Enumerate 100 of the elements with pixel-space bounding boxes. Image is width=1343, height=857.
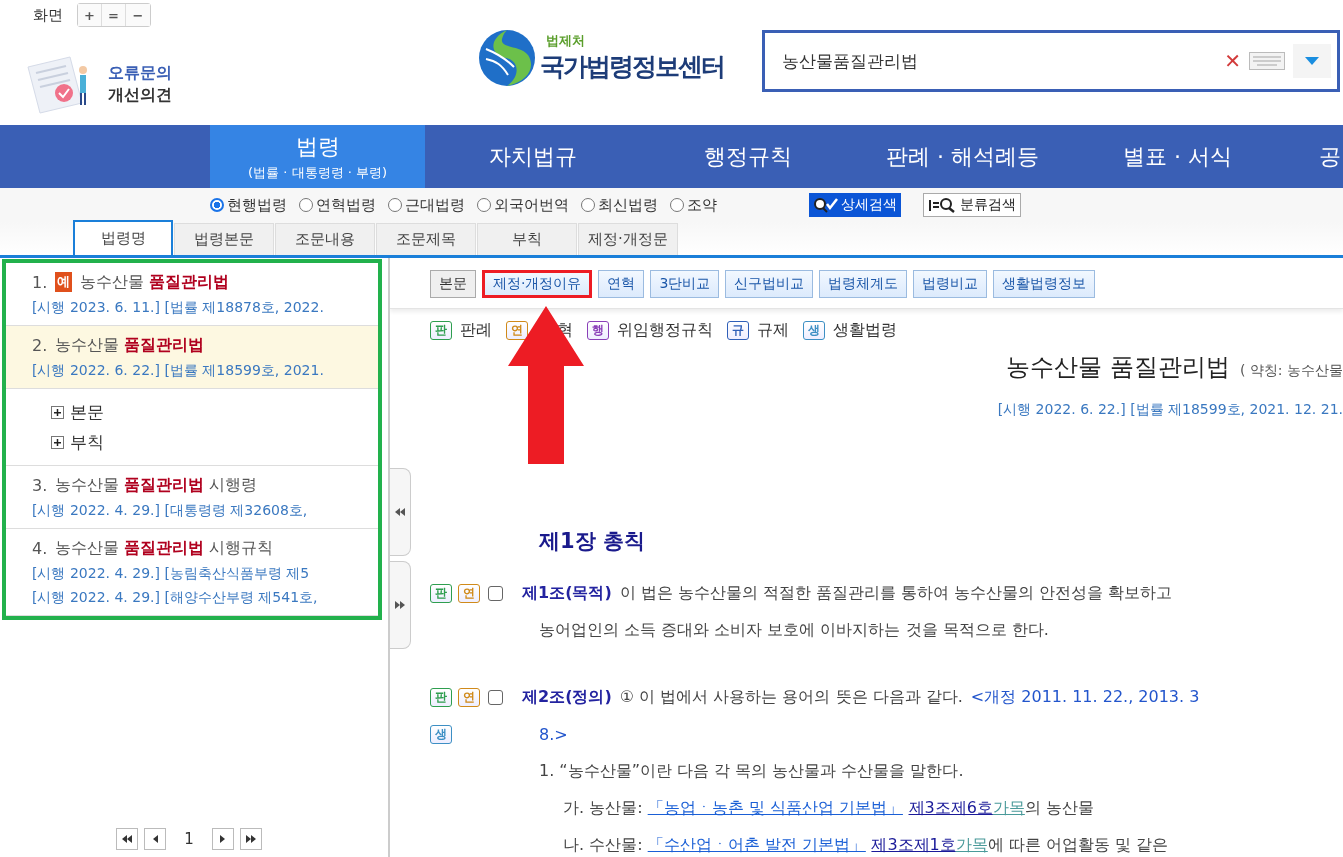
search-field[interactable]: 농산물품질관리법 ✕	[762, 30, 1340, 92]
law-abbreviation: ( 약칭: 농수산물	[1239, 362, 1343, 380]
legend-label: 판례	[460, 319, 492, 341]
article-text: ① 이 법에서 사용하는 용어의 뜻은 다음과 같다.	[619, 687, 963, 708]
scope-radio[interactable]: 근대법령	[388, 195, 465, 215]
law-info: [시행 2023. 6. 11.] [법률 제18878호, 2022.	[32, 298, 325, 317]
expand-icon[interactable]	[51, 435, 64, 449]
result-item[interactable]: 4. 농수산물 품질관리법 시행규칙 [시행 2022. 4. 29.] [농림축산식품부령 제5 [시행 2022. 4. 29.] [해양수산부령 제541호,	[6, 529, 378, 616]
law-info: [시행 2022. 4. 29.] [농림축산식품부령 제5	[32, 564, 311, 583]
scope-radio[interactable]: 최신법령	[581, 195, 658, 215]
law-name[interactable]: 농수산물 품질관리법	[55, 334, 205, 356]
search-tab[interactable]: 제정·개정문	[578, 223, 678, 255]
nav-tab[interactable]: 판례 · 해석례등	[855, 125, 1070, 188]
caret-icon[interactable]	[1305, 57, 1319, 65]
law-view-button[interactable]: 3단비교	[650, 270, 720, 298]
law-info: [시행 2022. 6. 22.] [법률 제18599호, 2021.	[32, 361, 325, 380]
dropdown-button[interactable]	[1293, 44, 1331, 78]
last-page-icon[interactable]	[239, 828, 262, 850]
legend-label: 위임행정규칙	[617, 319, 713, 341]
radio-icon[interactable]	[210, 198, 224, 212]
search-tab[interactable]: 법령본문	[174, 223, 274, 255]
search-tab[interactable]: 법령명	[73, 220, 173, 255]
legend-label: 생활법령	[833, 319, 897, 341]
law-info: [시행 2022. 6. 22.] [법률 제18599호, 2021. 12. 21.	[997, 401, 1343, 419]
example-badge: 예	[55, 272, 73, 292]
page-number[interactable]: 1	[184, 830, 194, 848]
amendment-note[interactable]: <개정 2011. 11. 22., 2013. 3	[970, 687, 1200, 708]
law-view-button[interactable]: 제정·개정이유	[482, 270, 593, 298]
collapse-handle[interactable]	[390, 468, 411, 556]
expand-icon[interactable]	[51, 405, 64, 419]
article-text: 이 법은 농수산물의 적절한 품질관리를 통하여 농수산물의 안전성을 확보하고	[619, 583, 1173, 604]
previous-page-icon[interactable]	[144, 828, 167, 850]
tree-item[interactable]: 본문	[70, 400, 104, 424]
result-item[interactable]: 2. 농수산물 품질관리법 [시행 2022. 6. 22.] [법률 제18599호, 2021.	[6, 326, 378, 389]
scope-radio[interactable]: 조약	[670, 195, 717, 215]
law-link[interactable]: 「농업ㆍ농촌 및 식품산업 기본법」	[647, 798, 903, 817]
radio-icon[interactable]	[477, 198, 491, 212]
legend-label: 규제	[757, 319, 789, 341]
radio-icon[interactable]	[388, 198, 402, 212]
law-title: 농수산물 품질관리법	[1006, 352, 1230, 383]
article-link[interactable]: 제3조제6호	[908, 798, 993, 817]
nav-tab[interactable]: 법령 (법률 · 대통령령 · 부령)	[210, 125, 425, 188]
article-heading[interactable]: 제1조(목적)	[522, 583, 612, 604]
result-item[interactable]: 3. 농수산물 품질관리법 시행령 [시행 2022. 4. 29.] [대통령령 제32608호,	[6, 466, 378, 529]
radio-icon[interactable]	[670, 198, 684, 212]
result-number: 3.	[32, 475, 48, 495]
legend-badge: 생	[803, 320, 825, 340]
search-tab[interactable]: 조문제목	[376, 223, 476, 255]
tree-item[interactable]: 부칙	[70, 430, 104, 454]
law-name[interactable]: 농수산물 품질관리법 시행규칙	[55, 537, 274, 559]
article-item: 1. “농수산물”이란 다음 각 목의 농산물과 수산물을 말한다.	[539, 761, 964, 782]
search-tab[interactable]: 부칙	[477, 223, 577, 255]
law-info: [시행 2022. 4. 29.] [대통령령 제32608호,	[32, 501, 309, 520]
legend-badge: 행	[587, 320, 609, 340]
law-info: [시행 2022. 4. 29.] [해양수산부령 제541호,	[32, 588, 319, 607]
law-name[interactable]: 농수산물 품질관리법 시행령	[55, 474, 258, 496]
radio-icon[interactable]	[581, 198, 595, 212]
zoom-button[interactable]: =	[102, 4, 126, 26]
law-view-button[interactable]: 본문	[430, 270, 476, 298]
law-view-button[interactable]: 신구법비교	[725, 270, 814, 298]
search-tab[interactable]: 조문내용	[275, 223, 375, 255]
result-number: 4.	[32, 538, 48, 558]
search-mode-button[interactable]: 분류검색	[923, 193, 1021, 217]
report-link[interactable]: 개선의견	[108, 84, 172, 106]
first-page-icon[interactable]	[116, 828, 139, 850]
scope-radio[interactable]: 현행법령	[210, 195, 287, 215]
radio-icon[interactable]	[299, 198, 313, 212]
article-text: 농어업인의 소득 증대와 소비자 보호에 이바지하는 것을 목적으로 한다.	[539, 620, 1049, 641]
zoom-label: 화면	[33, 5, 63, 25]
clear-button[interactable]: ✕	[1224, 49, 1241, 73]
law-view-button[interactable]: 법령체계도	[819, 270, 908, 298]
next-page-icon[interactable]	[211, 828, 234, 850]
law-view-button[interactable]: 생활법령정보	[993, 270, 1096, 298]
nav-tab[interactable]: 행정규칙	[640, 125, 855, 188]
nav-tab[interactable]: 자치법규	[425, 125, 640, 188]
law-link[interactable]: 「수산업ㆍ어촌 발전 기본법」	[647, 835, 866, 854]
checkbox[interactable]	[488, 690, 503, 705]
zoom-button[interactable]: +	[78, 4, 102, 26]
legend-badge: 연	[506, 320, 528, 340]
law-view-button[interactable]: 법령비교	[913, 270, 988, 298]
nav-tab[interactable]: 공	[1285, 125, 1343, 188]
amendment-note[interactable]: 8.>	[539, 725, 568, 744]
zoom-button[interactable]: −	[126, 4, 150, 26]
logo-title[interactable]: 국가법령정보센터	[540, 50, 724, 83]
article-heading[interactable]: 제2조(정의)	[522, 687, 612, 708]
search-check-icon[interactable]	[813, 197, 839, 213]
scope-radio[interactable]: 외국어번역	[477, 195, 569, 215]
article-link[interactable]: 제3조제1호	[871, 835, 956, 854]
result-number: 1.	[32, 272, 48, 292]
legend-badge: 판	[430, 320, 452, 340]
law-name[interactable]: 농수산물 품질관리법	[80, 271, 230, 293]
law-view-button[interactable]: 연혁	[598, 270, 645, 298]
scope-radio[interactable]: 연혁법령	[299, 195, 376, 215]
checkbox[interactable]	[488, 586, 503, 601]
search-mode-button[interactable]: 상세검색	[809, 193, 901, 217]
article-subitem: 나. 수산물: 「수산업ㆍ어촌 발전 기본법」 제3조제1호가목에 따른 어업활동 및 같은	[562, 835, 1169, 856]
report-link[interactable]: 오류문의	[108, 62, 172, 84]
nav-tab[interactable]: 별표 · 서식	[1070, 125, 1285, 188]
expand-handle[interactable]	[390, 561, 411, 649]
result-number: 2.	[32, 335, 48, 355]
